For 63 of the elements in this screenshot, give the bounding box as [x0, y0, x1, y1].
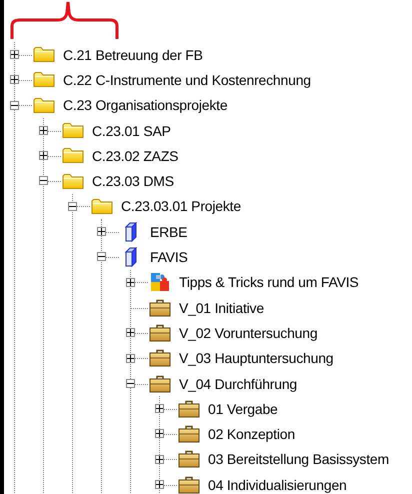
expand-button[interactable] — [126, 328, 135, 338]
tree-item-label[interactable]: V_03 Hauptuntersuchung — [179, 350, 334, 366]
expand-button[interactable] — [10, 75, 19, 84]
briefcase-icon — [178, 476, 200, 494]
folder-icon — [62, 172, 84, 190]
tree-item-label[interactable]: C.23 Organisationsprojekte — [63, 97, 228, 114]
tree-item-label[interactable]: 03 Bereitstellung Basissystem — [208, 451, 389, 468]
expand-button[interactable] — [155, 404, 164, 414]
briefcase-icon — [178, 425, 200, 444]
expand-button[interactable] — [155, 429, 164, 438]
collapse-button[interactable] — [10, 100, 19, 110]
tree-item-label[interactable]: Tipps & Tricks rund um FAVIS — [179, 274, 359, 290]
expand-button[interactable] — [39, 126, 48, 135]
plus-icon — [156, 430, 163, 438]
briefcase-icon — [149, 349, 171, 368]
expand-button[interactable] — [126, 354, 135, 363]
expand-button[interactable] — [155, 480, 164, 490]
plus-icon — [127, 329, 134, 336]
collapse-button[interactable] — [68, 202, 77, 211]
briefcase-icon — [178, 400, 200, 418]
tree-item-label[interactable]: 02 Konzeption — [208, 426, 295, 442]
expand-button[interactable] — [39, 151, 48, 160]
plus-icon — [156, 456, 163, 463]
plus-icon — [127, 278, 134, 286]
expand-button[interactable] — [10, 50, 19, 59]
plus-icon — [11, 76, 18, 84]
collapse-button[interactable] — [39, 176, 48, 186]
briefcase-icon — [178, 450, 200, 468]
tree-item-label[interactable]: C.23.03.01 Projekte — [121, 198, 241, 214]
folder-icon — [62, 147, 84, 164]
folder-icon — [91, 198, 113, 215]
expand-button[interactable] — [97, 227, 106, 236]
tree-item-label[interactable]: 01 Vergabe — [208, 400, 278, 417]
folder-icon — [33, 71, 55, 88]
tree-item-label[interactable]: C.22 C-Instrumente und Kostenrechnung — [63, 72, 311, 88]
tree-item-label[interactable]: V_01 Initiative — [179, 300, 264, 316]
folder-icon — [62, 122, 84, 140]
plus-icon — [40, 126, 47, 134]
tree-item-label[interactable]: V_04 Durchführung — [179, 376, 298, 392]
briefcase-icon — [149, 298, 171, 317]
folder-icon — [33, 96, 55, 114]
expand-button[interactable] — [126, 278, 135, 287]
plus-icon — [40, 152, 47, 160]
tree-item-label[interactable]: C.23.03 DMS — [92, 173, 174, 190]
expand-button[interactable] — [155, 454, 164, 464]
plus-icon — [156, 405, 163, 412]
tree-item-label[interactable]: V_02 Voruntersuchung — [179, 324, 318, 341]
collapse-button[interactable] — [126, 378, 135, 388]
plus-icon — [127, 354, 134, 362]
plus-icon — [98, 228, 105, 236]
folder-icon — [33, 46, 55, 64]
tree-item-label[interactable]: C.21 Betreuung der FB — [63, 46, 203, 63]
tree-item-label[interactable]: C.23.02 ZAZS — [92, 148, 178, 164]
briefcase-icon — [149, 374, 171, 392]
puzzle-icon — [149, 272, 171, 292]
tree-item-label[interactable]: ERBE — [150, 224, 188, 240]
tree-item-label[interactable]: FAVIS — [150, 249, 188, 266]
tree-item-label[interactable]: C.23.01 SAP — [92, 122, 171, 139]
plus-icon — [11, 51, 18, 58]
tree-item-label[interactable]: 04 Individualisierungen — [208, 476, 347, 493]
plus-icon — [156, 481, 163, 488]
briefcase-icon — [149, 324, 171, 342]
collapse-button[interactable] — [97, 252, 106, 262]
